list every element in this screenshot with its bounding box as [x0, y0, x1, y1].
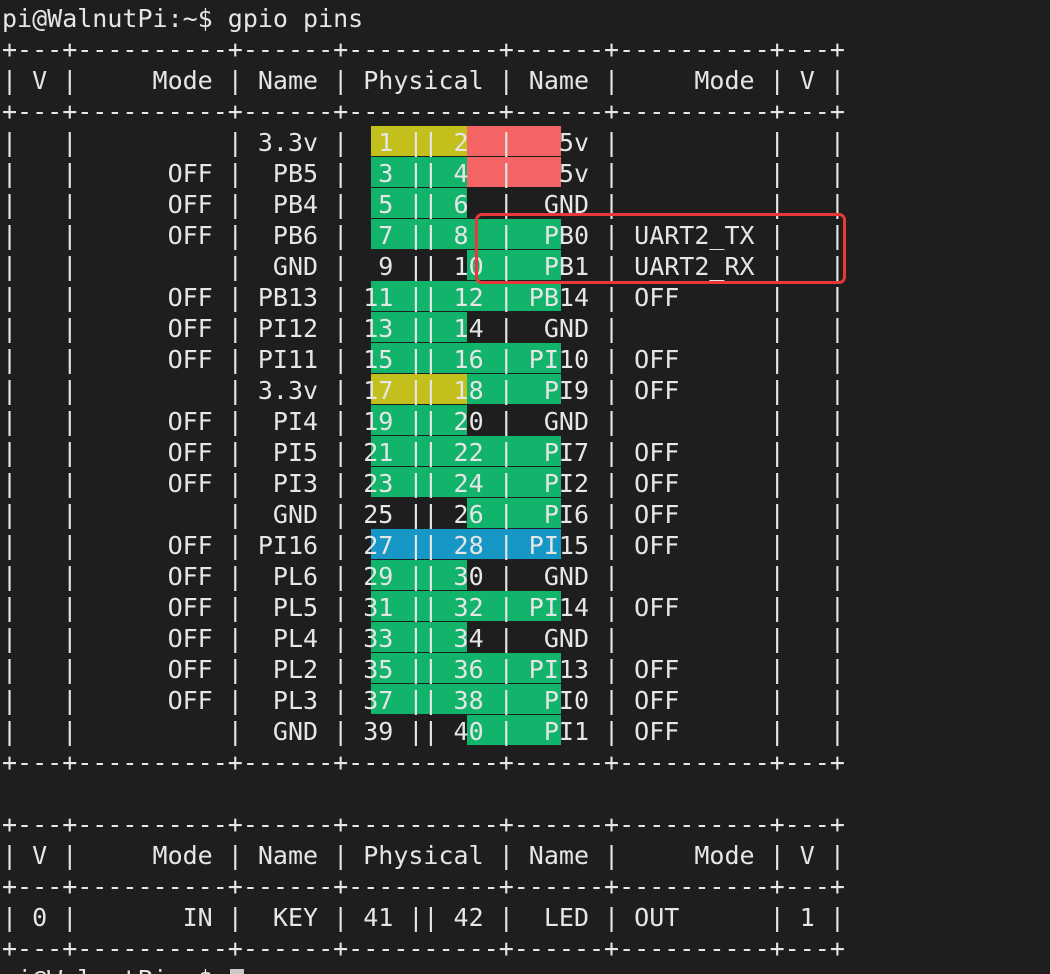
table-line: +---+----------+------+----------+------… — [2, 810, 845, 839]
table-line: | | OFF | PI11 | 15 || 16 | PI10 | OFF |… — [2, 345, 845, 374]
table-line: | | OFF | PI12 | 13 || 14 | GND | | | — [2, 314, 845, 343]
table-line: | | OFF | PI16 | 27 || 28 | PI15 | OFF |… — [2, 531, 845, 560]
table-line: | | | GND | 39 || 40 | PI1 | OFF | | — [2, 717, 845, 746]
table-line: +---+----------+------+----------+------… — [2, 748, 845, 777]
table-line: | | OFF | PI4 | 19 || 20 | GND | | | — [2, 407, 845, 436]
terminal-window[interactable]: pi@WalnutPi:~$ gpio pins +---+----------+… — [0, 0, 1050, 974]
table-line: | | | 3.3v | 17 || 18 | PI9 | OFF | | — [2, 376, 845, 405]
table-line: | | OFF | PL5 | 31 || 32 | PI14 | OFF | … — [2, 593, 845, 622]
uart2-highlight-box — [475, 213, 846, 284]
table-line: | | OFF | PB5 | 3 || 4 | 5v | | | — [2, 159, 845, 188]
table-line: +---+----------+------+----------+------… — [2, 35, 845, 64]
table-line: +---+----------+------+----------+------… — [2, 934, 845, 963]
table-line: | 0 | IN | KEY | 41 || 42 | LED | OUT | … — [2, 903, 845, 932]
terminal-output: pi@WalnutPi:~$ gpio pins +---+----------+… — [2, 3, 845, 974]
table-line: | | OFF | PI3 | 23 || 24 | PI2 | OFF | | — [2, 469, 845, 498]
table-line: | | OFF | PL3 | 37 || 38 | PI0 | OFF | | — [2, 686, 845, 715]
table-line: +---+----------+------+----------+------… — [2, 872, 845, 901]
table-line: | | OFF | PL6 | 29 || 30 | GND | | | — [2, 562, 845, 591]
table-line — [2, 778, 845, 809]
table-line: | V | Mode | Name | Physical | Name | Mo… — [2, 66, 845, 95]
command-line: pi@WalnutPi:~$ gpio pins — [2, 4, 364, 33]
table-line: | | OFF | PB13 | 11 || 12 | PB14 | OFF |… — [2, 283, 845, 312]
text-cursor — [229, 969, 244, 974]
table-line: | | | 3.3v | 1 || 2 | 5v | | | — [2, 128, 845, 157]
table-line: | V | Mode | Name | Physical | Name | Mo… — [2, 841, 845, 870]
table-line: | | OFF | PL2 | 35 || 36 | PI13 | OFF | … — [2, 655, 845, 684]
table-line: +---+----------+------+----------+------… — [2, 97, 845, 126]
prompt-line: pi@WalnutPi:~$ — [2, 964, 845, 974]
table-line: | | OFF | PL4 | 33 || 34 | GND | | | — [2, 624, 845, 653]
table-line: | | | GND | 25 || 26 | PI6 | OFF | | — [2, 500, 845, 529]
table-line: | | OFF | PI5 | 21 || 22 | PI7 | OFF | | — [2, 438, 845, 467]
